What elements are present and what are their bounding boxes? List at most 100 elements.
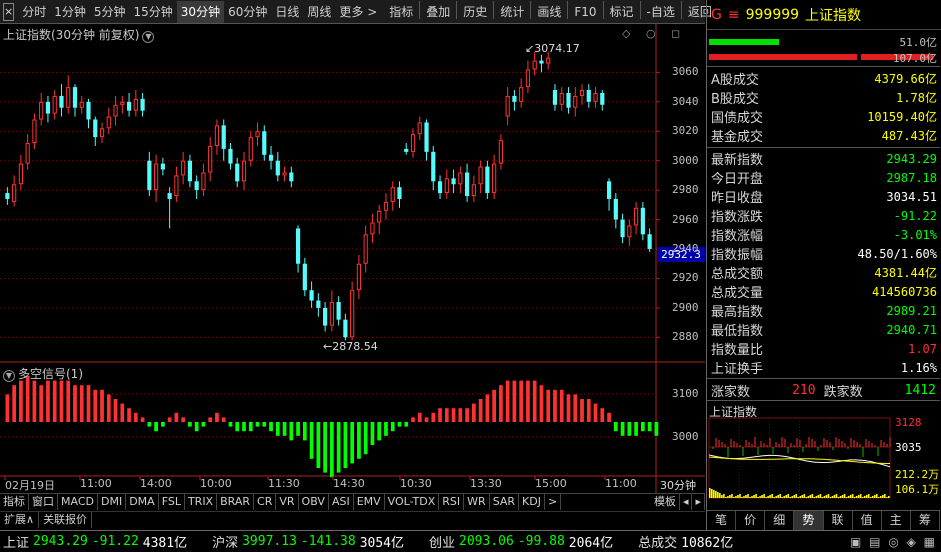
signal-bar — [613, 422, 618, 432]
indicator-tab[interactable]: FSL — [159, 494, 185, 510]
candle-body — [485, 166, 490, 194]
signal-bar — [586, 399, 591, 422]
signal-bar — [343, 422, 348, 468]
indicator-tab[interactable]: RSI — [439, 494, 465, 510]
mini-volume-bar — [717, 492, 719, 498]
mini-trend-chart[interactable] — [707, 0, 940, 510]
mini-volume-bar — [775, 496, 777, 498]
indicator-tab[interactable]: 指标 — [0, 494, 29, 510]
kline-chart[interactable] — [0, 0, 706, 493]
candle-body — [133, 98, 138, 111]
indicator-tab[interactable]: DMA — [126, 494, 159, 510]
mini-volume-bar — [857, 495, 860, 498]
index-name[interactable]: 创业 — [429, 532, 455, 551]
mini-volume-bar — [771, 494, 773, 498]
tray-icons[interactable]: ▣ ▤ ◎ ◈ ▦ — [850, 535, 941, 549]
signal-bar — [424, 417, 429, 422]
candle-body — [640, 207, 645, 235]
candle-body — [417, 122, 422, 135]
candle-body — [336, 302, 341, 320]
panel-tab[interactable]: 主 — [882, 511, 911, 530]
candle-body — [208, 145, 213, 173]
mini-volume-bar — [761, 495, 763, 498]
panel-tab[interactable]: 细 — [765, 511, 795, 530]
signal-bar — [228, 422, 233, 427]
indicator-tab[interactable]: KDJ — [519, 494, 545, 510]
y-tick-label: 2960 — [672, 212, 699, 226]
indicator-tab[interactable]: 窗口 — [29, 494, 58, 510]
y-tick-label: 2980 — [672, 183, 699, 197]
mini-volume-bar — [879, 496, 882, 498]
candle-body — [492, 163, 497, 194]
mini-volume-bar — [819, 494, 822, 498]
signal-bar — [93, 389, 98, 422]
indicator-tab[interactable]: MACD — [58, 494, 98, 510]
indicator-tab[interactable]: EMV — [354, 494, 385, 510]
mini-volume-bar — [719, 493, 721, 498]
extension-tab[interactable]: 关联报价 — [39, 512, 93, 528]
indicator-tab[interactable]: 模板 — [651, 494, 680, 510]
candle-body — [262, 131, 267, 155]
indicator-tab[interactable]: ▸ — [692, 494, 705, 510]
panel-tab[interactable]: 联 — [824, 511, 853, 530]
extension-tab[interactable]: 扩展∧ — [0, 512, 40, 528]
indicator-tab[interactable]: WR — [464, 494, 490, 510]
mini-volume-bar — [715, 491, 717, 498]
signal-bar — [458, 408, 463, 422]
mini-volume-bar — [813, 497, 816, 498]
panel-tab[interactable]: 笔 — [707, 511, 737, 530]
mini-volume-bar — [829, 497, 832, 498]
candle-body — [25, 143, 30, 164]
mini-volume-bar — [811, 494, 814, 498]
candle-body — [505, 95, 510, 117]
indicator-tab[interactable]: ASI — [329, 494, 354, 510]
indicator-tab[interactable]: SAR — [490, 494, 520, 510]
signal-bar — [140, 417, 145, 422]
mini-volume-bar — [877, 497, 880, 498]
dropdown-icon[interactable]: ▼ — [3, 370, 15, 382]
signal-bar — [323, 422, 327, 473]
mini-volume-bar — [841, 495, 844, 498]
sub-y-tick-label: 3000 — [672, 430, 699, 443]
signal-bar — [485, 394, 490, 422]
candle-body — [356, 263, 362, 291]
mini-volume-bar — [723, 494, 725, 498]
y-tick-label: 2920 — [672, 271, 699, 285]
panel-tab[interactable]: 筹 — [911, 511, 940, 530]
mini-volume-bar — [815, 496, 818, 498]
chart-controls[interactable]: ◇ ○ ◻ — [622, 27, 686, 40]
x-tick-label: 14:30 — [333, 477, 365, 490]
indicator-tab[interactable]: DMI — [98, 494, 127, 510]
mini-volume-bar — [887, 496, 890, 498]
signal-bar — [411, 417, 415, 422]
indicator-tab[interactable]: > — [545, 494, 562, 510]
indicator-tab[interactable]: CR — [254, 494, 277, 510]
panel-tab[interactable]: 价 — [736, 511, 766, 530]
candle-body — [620, 219, 625, 238]
candle-body — [539, 60, 544, 64]
signal-bar — [357, 422, 361, 459]
indicator-tab[interactable]: VOL-TDX — [385, 494, 440, 510]
index-name[interactable]: 沪深 — [212, 532, 238, 551]
mini-volume-bar — [713, 490, 715, 498]
signal-bar — [607, 412, 611, 422]
mini-volume-bar — [837, 497, 840, 498]
panel-tab[interactable]: 势 — [794, 511, 824, 530]
candle-body — [72, 87, 78, 108]
indicator-tab[interactable]: OBV — [299, 494, 329, 510]
mini-volume-bar — [749, 497, 751, 498]
mini-volume-bar — [845, 497, 848, 498]
total-value: 10862亿 — [681, 536, 734, 551]
candle-body — [606, 181, 612, 199]
signal-bar — [573, 394, 578, 422]
dropdown-icon[interactable]: ▼ — [142, 31, 155, 43]
candle-body — [140, 98, 145, 111]
indicator-tab[interactable]: ◂ — [680, 494, 693, 510]
indicator-tab[interactable]: BRAR — [217, 494, 255, 510]
indicator-tab[interactable]: VR — [276, 494, 299, 510]
indicator-tab[interactable]: TRIX — [185, 494, 218, 510]
index-name[interactable]: 上证 — [3, 532, 29, 551]
candle-body — [343, 319, 348, 338]
panel-tab[interactable]: 值 — [853, 511, 882, 530]
y-tick-label: 2940 — [672, 242, 699, 256]
